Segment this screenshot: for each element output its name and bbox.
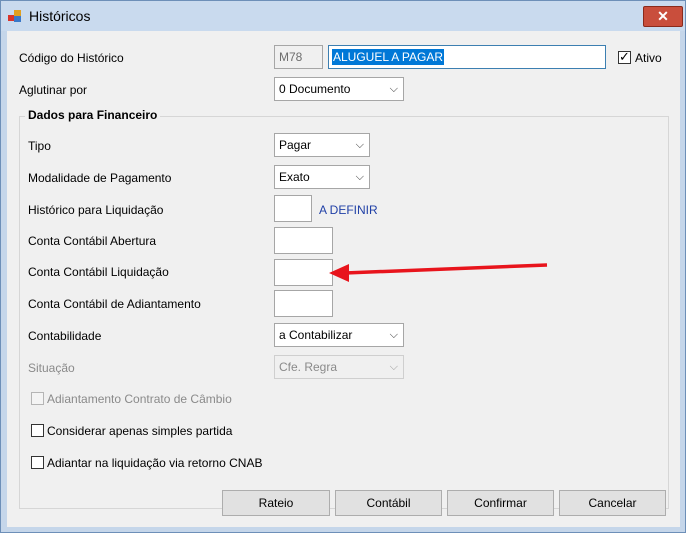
annotation-arrow	[329, 263, 548, 282]
historicos-window: Históricos ✕ Código do Histórico M78 ALU…	[0, 0, 686, 533]
